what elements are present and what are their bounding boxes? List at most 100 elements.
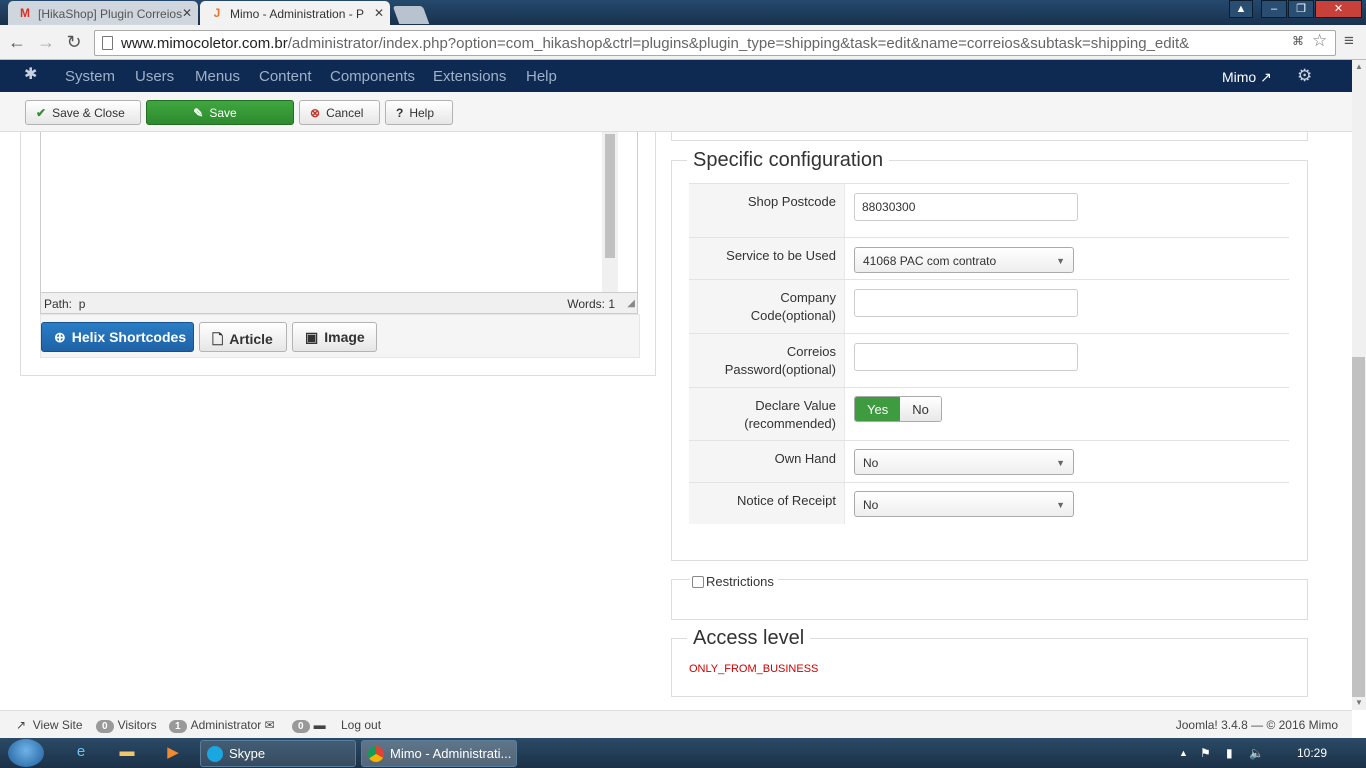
access-level-fieldset: Access level ONLY_FROM_BUSINESS [671,627,1308,697]
network-icon[interactable]: ▮ [1226,746,1233,760]
menu-content[interactable]: Content [259,68,312,85]
image-button[interactable]: ▣ Image [292,322,377,352]
flag-icon[interactable]: ⚑ [1200,746,1211,760]
own-hand-select[interactable]: No ▼ [854,449,1074,475]
site-link[interactable]: Mimo ↗ [1222,69,1272,86]
save-label: Save [209,106,237,120]
row-declare-value: Declare Value (recommended) Yes No [689,387,1289,440]
article-label: Article [229,331,273,347]
menu-extensions[interactable]: Extensions [433,68,506,85]
user-icon[interactable]: ▲ [1229,0,1253,18]
folder-icon[interactable]: ▬ [116,743,138,763]
service-select[interactable]: 41068 PAC com contrato ▼ [854,247,1074,273]
helix-shortcodes-button[interactable]: ⊕ Helix Shortcodes [41,322,194,352]
article-button[interactable]: 🗋 Article [199,322,287,352]
cancel-button[interactable]: ⊗ Cancel [299,100,380,125]
declare-value-yes[interactable]: Yes [855,397,901,421]
company-code-label-line2: Code(optional) [750,308,836,323]
minimize-icon[interactable]: – [1261,0,1287,18]
browser-tab-mimo[interactable]: J Mimo - Administration - P ✕ [200,1,390,25]
menu-menus[interactable]: Menus [195,68,240,85]
row-service: Service to be Used 41068 PAC com contrat… [689,237,1289,279]
logout-link[interactable]: Log out [341,718,381,732]
maximize-icon[interactable]: ❐ [1288,0,1314,18]
taskbar-skype[interactable]: Skype [200,740,356,767]
windows-start-icon[interactable] [8,739,44,767]
close-tab-icon[interactable]: ✕ [182,6,192,20]
company-code-input[interactable] [854,289,1078,317]
menu-system[interactable]: System [65,68,115,85]
edit-icon: ✎ [193,106,204,120]
new-tab-button[interactable] [392,6,430,24]
url-host: www.mimocoletor.com.br [121,35,288,52]
gear-icon[interactable]: ⚙ [1297,66,1312,86]
plus-circle-icon: ⊕ [54,329,66,345]
page-scroll-thumb[interactable] [1352,357,1365,697]
restrictions-fieldset: Restrictions [671,574,1308,620]
company-code-label: Company Code(optional) [689,280,845,333]
access-level-legend: Access level [687,627,811,650]
declare-value-no[interactable]: No [900,397,941,421]
close-tab-icon[interactable]: ✕ [374,6,384,20]
reload-icon[interactable]: ↻ [63,32,85,54]
restrictions-label: Restrictions [706,574,774,589]
view-site-link[interactable]: ↗ View Site [16,718,83,732]
admin-label: Administrator [190,718,262,732]
browser-tab-strip: M [HikaShop] Plugin Correios ✕ J Mimo - … [0,0,1366,25]
save-close-label: Save & Close [52,106,125,120]
cancel-label: Cancel [326,106,364,120]
show-hidden-icons[interactable]: ▲ [1179,748,1188,758]
internet-explorer-icon[interactable]: e [70,743,92,763]
site-name: Mimo [1222,69,1257,85]
back-icon[interactable]: ← [6,32,28,54]
scroll-up-icon[interactable]: ▲ [1355,62,1363,71]
own-hand-value: No [863,456,879,470]
editor-textarea[interactable] [40,132,638,294]
toolbar: ✔ Save & Close ✎ Save ⊗ Cancel ? Help [0,92,1352,132]
path-value[interactable]: p [79,297,86,311]
joomla-logo-icon[interactable]: ✱ [24,66,42,84]
restrictions-checkbox[interactable] [692,575,704,588]
minus-icon: ▬ [313,718,326,732]
close-window-icon[interactable]: ✕ [1315,0,1362,18]
volume-icon[interactable]: 🔈 [1249,746,1264,760]
save-button[interactable]: ✎ Save [146,100,294,125]
correios-password-input[interactable] [854,343,1078,371]
notice-of-receipt-value: No [863,498,879,512]
forward-icon[interactable]: → [35,32,57,54]
bookmark-star-icon[interactable]: ☆ [1312,31,1327,51]
shop-postcode-label: Shop Postcode [689,184,845,237]
media-player-icon[interactable]: ▶ [162,743,184,763]
previous-fieldset-bottom [671,132,1308,141]
browser-tab-hikashop[interactable]: M [HikaShop] Plugin Correios ✕ [8,1,198,25]
scroll-down-icon[interactable]: ▼ [1355,698,1363,707]
external-link-icon: ↗ [1260,69,1272,85]
menu-icon[interactable]: ≡ [1344,31,1354,51]
menu-components[interactable]: Components [330,68,415,85]
menu-help[interactable]: Help [526,68,557,85]
address-bar: ← → ↻ www.mimocoletor.com.br/administrat… [0,25,1366,60]
admin-badge: 1 [169,720,187,733]
word-count: Words: 1 [567,297,615,311]
editor-scroll-thumb[interactable] [605,134,615,258]
cancel-icon: ⊗ [310,106,321,120]
url-input[interactable]: www.mimocoletor.com.br/administrator/ind… [94,30,1336,56]
save-close-button[interactable]: ✔ Save & Close [25,100,141,125]
translate-icon[interactable]: ⌘ [1292,34,1304,48]
taskbar-chrome[interactable]: Mimo - Administrati... [361,740,517,767]
notice-of-receipt-select[interactable]: No ▼ [854,491,1074,517]
chrome-icon [368,746,384,762]
resize-handle-icon[interactable]: ◢ [627,298,635,309]
chevron-down-icon: ▼ [1056,256,1065,266]
clock[interactable]: 10:29 [1297,746,1327,760]
gmail-icon: M [20,6,30,20]
chevron-down-icon: ▼ [1056,458,1065,468]
url-path: /administrator/index.php?option=com_hika… [287,35,1190,52]
menu-users[interactable]: Users [135,68,174,85]
help-button[interactable]: ? Help [385,100,453,125]
tab-label: Mimo - Administration - P [230,7,365,21]
tab-label: [HikaShop] Plugin Correios [38,7,183,21]
shop-postcode-input[interactable]: 88030300 [854,193,1078,221]
chevron-down-icon: ▼ [1056,500,1065,510]
declare-value-label: Declare Value (recommended) [689,388,845,440]
